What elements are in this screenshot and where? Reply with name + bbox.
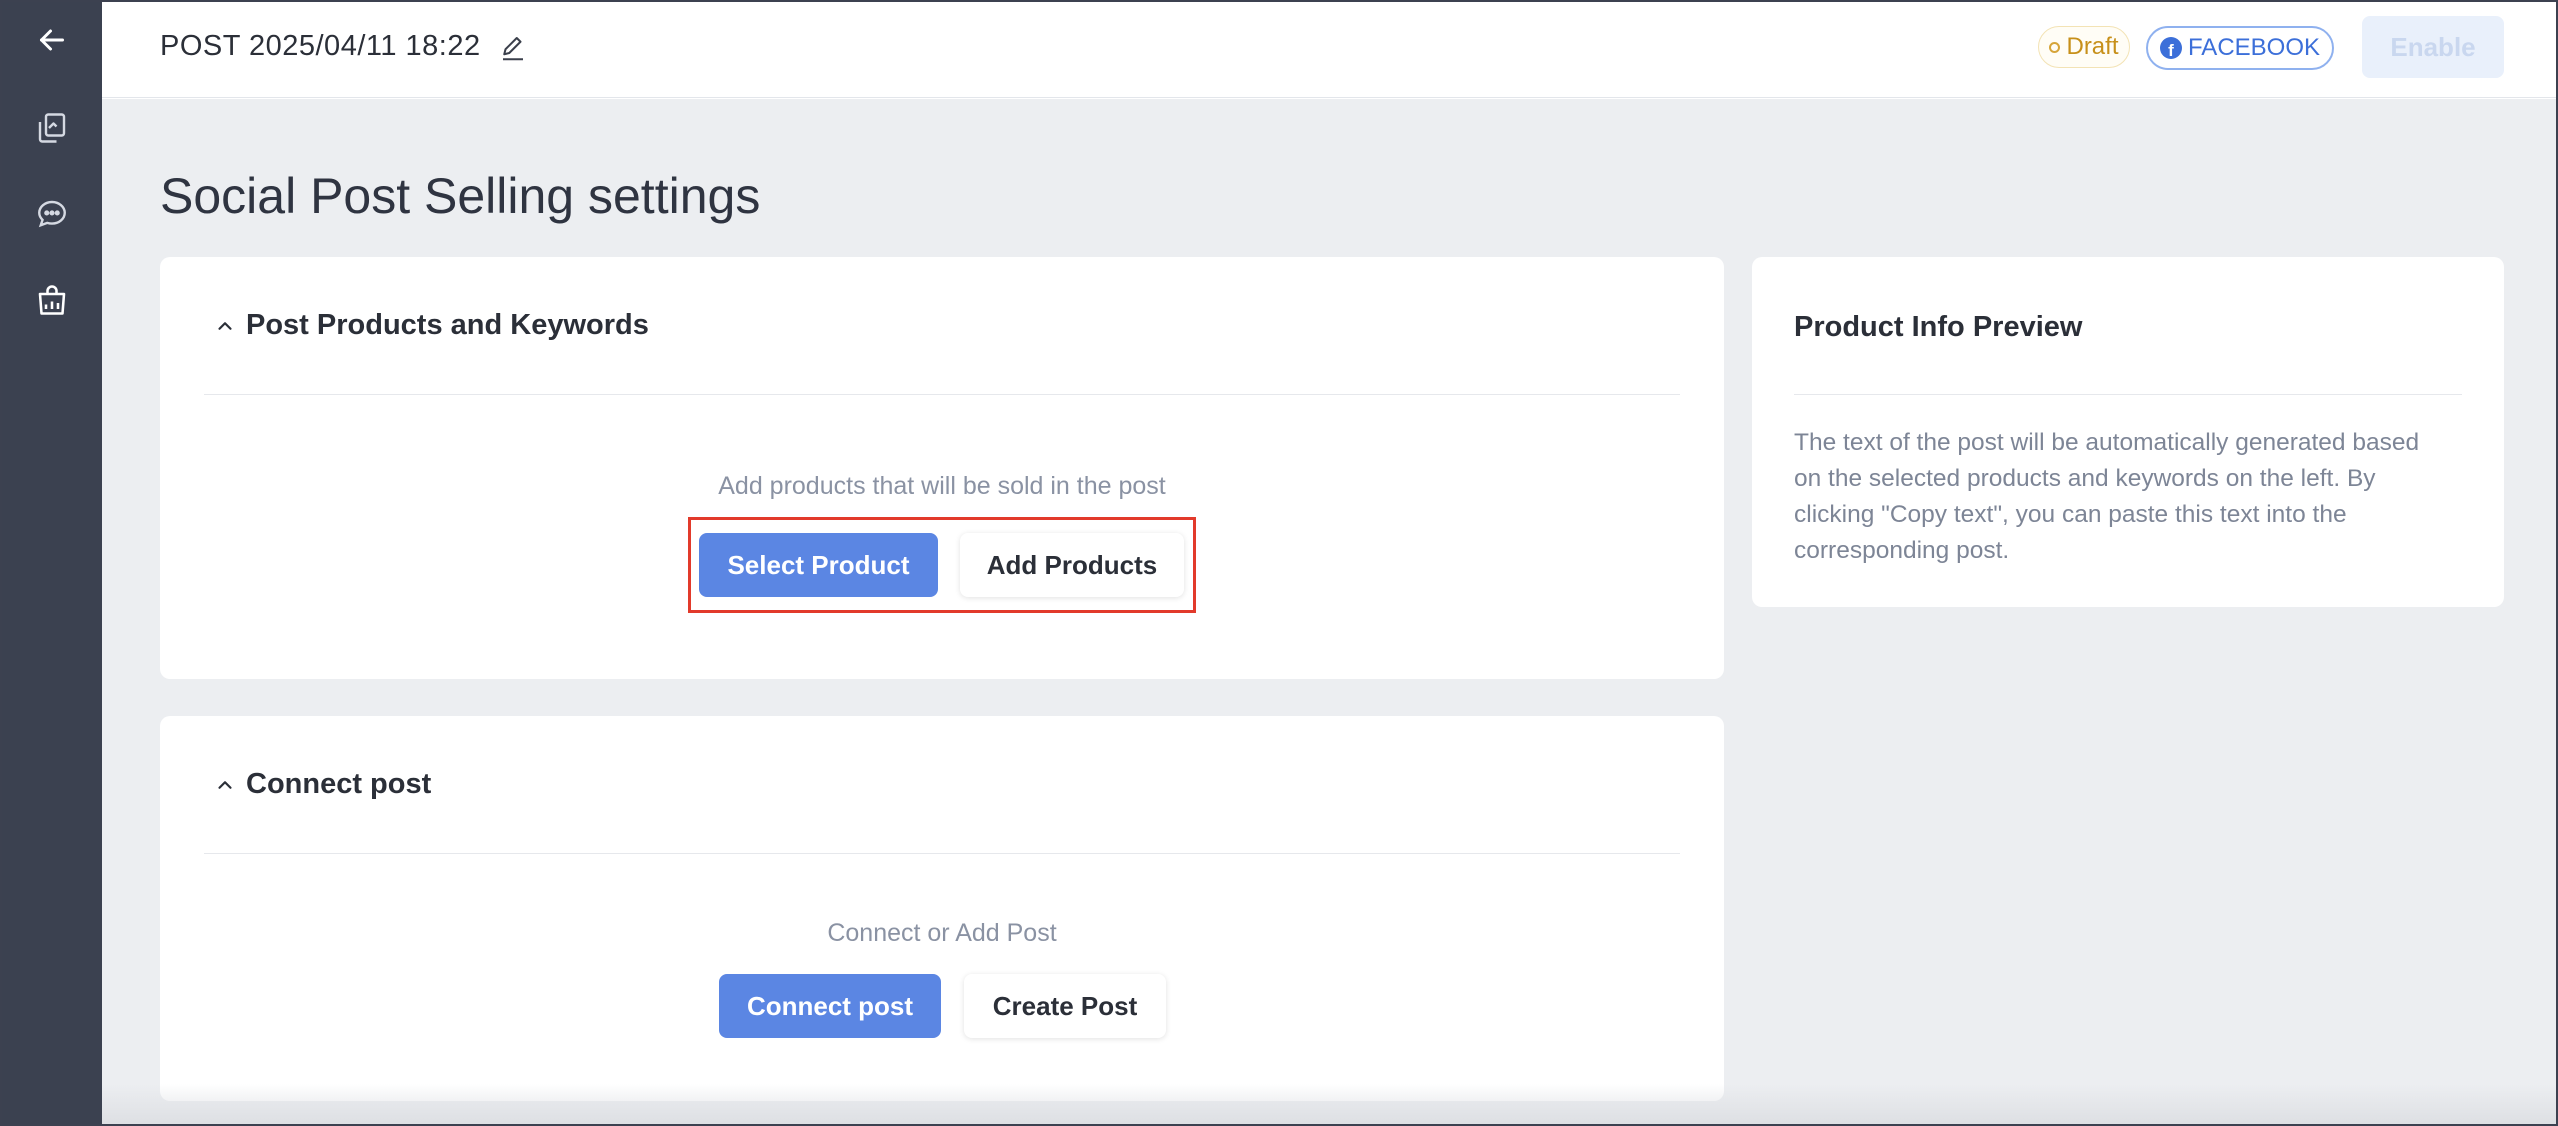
platform-label: FACEBOOK (2187, 34, 2321, 61)
shop-analytics-icon (38, 285, 66, 315)
status-badge: Draft (2038, 26, 2130, 68)
chat-icon (38, 200, 66, 228)
enable-button[interactable]: Enable (2362, 16, 2504, 78)
posts-icon (38, 113, 66, 143)
edit-pencil-icon[interactable] (498, 33, 528, 63)
products-hint: Add products that will be sold in the po… (718, 472, 1166, 500)
sidebar (2, 2, 102, 1124)
sidebar-item-social-selling[interactable] (26, 274, 78, 326)
app-window: POST 2025/04/11 18:22 Draft f FACEBOOK E… (0, 0, 2558, 1126)
section-title: Connect post (246, 768, 432, 800)
connect-hint: Connect or Add Post (827, 919, 1057, 947)
sidebar-item-messages[interactable] (26, 188, 78, 240)
products-card: Post Products and Keywords Add products … (160, 257, 1724, 679)
top-bar: POST 2025/04/11 18:22 Draft f FACEBOOK E… (102, 2, 2556, 98)
select-product-button[interactable]: Select Product (699, 533, 938, 597)
connect-post-button[interactable]: Connect post (719, 974, 941, 1038)
sidebar-item-posts[interactable] (26, 102, 78, 154)
draft-status-icon (2049, 41, 2061, 53)
platform-badge: f FACEBOOK (2146, 26, 2334, 70)
products-section-toggle[interactable]: Post Products and Keywords (214, 309, 649, 342)
section-title: Post Products and Keywords (246, 309, 649, 341)
add-products-button[interactable]: Add Products (960, 533, 1184, 597)
divider (204, 394, 1680, 395)
main-content: Social Post Selling settings Post Produc… (102, 99, 2556, 1124)
divider (1794, 394, 2462, 395)
connect-post-card: Connect post Connect or Add Post Connect… (160, 716, 1724, 1101)
product-info-preview-card: Product Info Preview The text of the pos… (1752, 257, 2504, 607)
draft-label: Draft (2066, 33, 2119, 60)
create-post-button[interactable]: Create Post (964, 974, 1166, 1038)
preview-text: The text of the post will be automatical… (1794, 429, 2420, 564)
bottom-fade (102, 1084, 2556, 1124)
divider (204, 853, 1680, 854)
preview-title: Product Info Preview (1794, 311, 2083, 343)
chevron-up-icon (218, 321, 232, 330)
connect-section-toggle[interactable]: Connect post (214, 768, 431, 801)
back-arrow-icon (40, 29, 64, 51)
chevron-up-icon (218, 780, 232, 789)
post-title: POST 2025/04/11 18:22 (160, 30, 481, 62)
page-title: Social Post Selling settings (160, 168, 761, 224)
facebook-icon: f (2159, 37, 2182, 59)
back-button[interactable] (26, 14, 78, 66)
